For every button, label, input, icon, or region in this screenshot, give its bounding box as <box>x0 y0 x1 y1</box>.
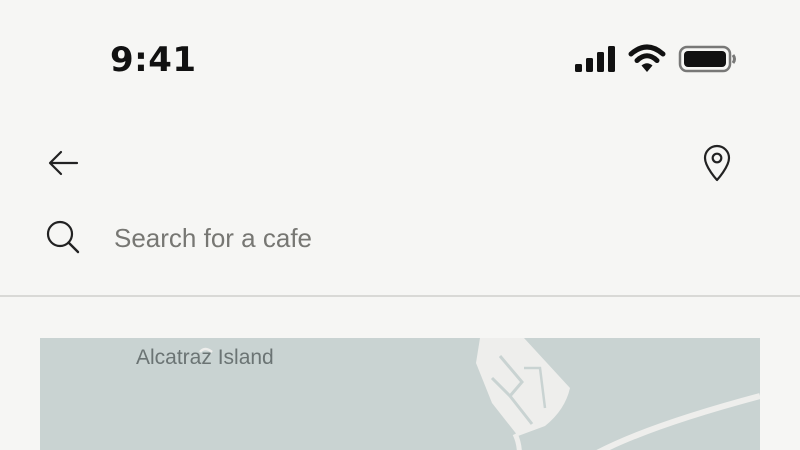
cellular-signal-icon <box>575 46 615 72</box>
search-input[interactable] <box>114 216 734 260</box>
back-button[interactable] <box>44 144 84 184</box>
location-button[interactable] <box>698 142 736 184</box>
wifi-icon <box>628 44 666 72</box>
app-screen: 9:41 Search for a cafe Alcatraz Island <box>0 0 800 450</box>
search-bar <box>0 210 800 270</box>
map-view[interactable]: Alcatraz Island <box>40 338 760 450</box>
battery-icon <box>678 45 736 73</box>
search-icon[interactable] <box>44 218 82 256</box>
map-place-label: Alcatraz Island <box>136 346 274 369</box>
status-icons <box>574 44 736 76</box>
status-time: 9:41 <box>110 40 197 80</box>
divider <box>0 295 800 297</box>
arrow-left-icon <box>48 150 79 176</box>
map-pin-icon <box>703 144 731 182</box>
